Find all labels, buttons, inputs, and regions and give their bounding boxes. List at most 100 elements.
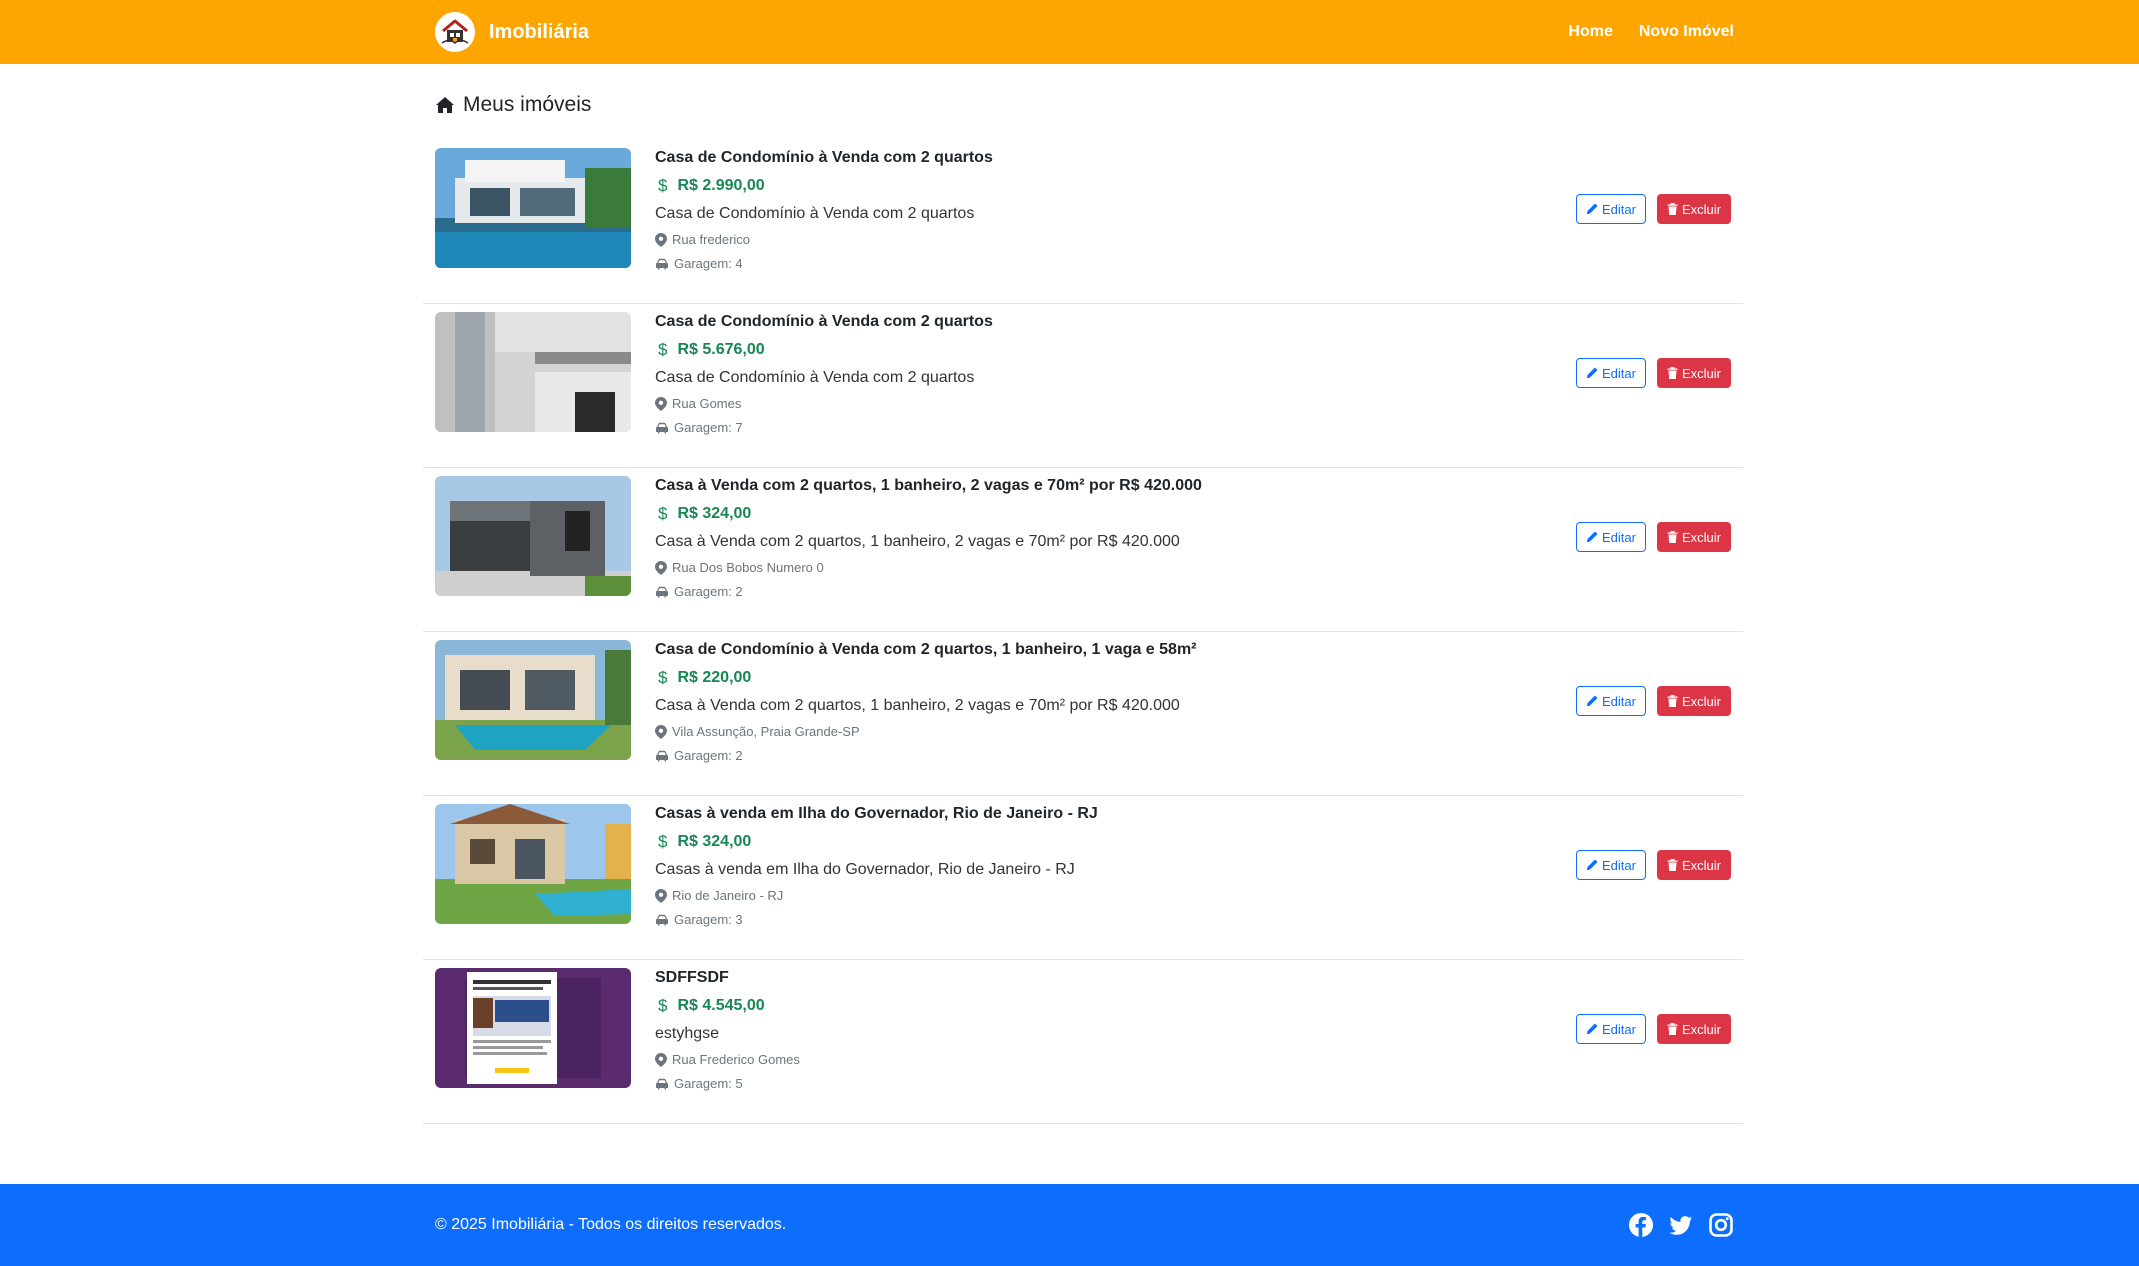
property-garage-text: Garagem: 3 [674, 912, 743, 927]
property-info: Casas à venda em Ilha do Governador, Rio… [655, 800, 1455, 932]
property-actions: Editar Excluir [1576, 1014, 1731, 1044]
property-price-value: R$ 4.545,00 [677, 997, 765, 1014]
property-item: Casa de Condomínio à Venda com 2 quartos… [423, 632, 1743, 796]
property-title: SDFFSDF [655, 969, 729, 986]
property-image [435, 640, 631, 760]
delete-button-label: Excluir [1681, 857, 1721, 873]
delete-button-label: Excluir [1681, 529, 1721, 545]
property-price: $ R$ 5.676,00 [655, 336, 1455, 364]
footer: © 2025 Imobiliária - Todos os direitos r… [0, 1184, 2139, 1266]
edit-button-label: Editar [1602, 857, 1636, 873]
car-icon [656, 914, 668, 926]
property-image [435, 476, 631, 596]
delete-button[interactable]: Excluir [1656, 1014, 1731, 1044]
property-title: Casa à Venda com 2 quartos, 1 banheiro, … [655, 477, 1202, 494]
delete-button[interactable]: Excluir [1656, 358, 1731, 388]
instagram-icon[interactable] [1708, 1212, 1734, 1238]
dollar-icon: $ [658, 668, 668, 687]
property-item: Casa à Venda com 2 quartos, 1 banheiro, … [423, 468, 1743, 632]
dollar-icon: $ [658, 176, 668, 195]
pencil-icon [1586, 367, 1598, 379]
property-price: $ R$ 2.990,00 [655, 172, 1455, 200]
property-garage: Garagem: 4 [655, 252, 1455, 276]
copyright-text: © 2025 Imobiliária - Todos os direitos r… [435, 1216, 787, 1233]
property-actions: Editar Excluir [1576, 358, 1731, 388]
pencil-icon [1586, 1023, 1598, 1035]
property-image [435, 968, 631, 1088]
property-item: Casa de Condomínio à Venda com 2 quartos… [423, 140, 1743, 304]
property-image [435, 804, 631, 924]
house-icon [436, 97, 454, 113]
nav-link-new-property[interactable]: Novo Imóvel [1639, 23, 1734, 41]
trash-icon [1667, 367, 1678, 379]
navbar: Imobiliária Home Novo Imóvel [0, 0, 2139, 64]
property-title: Casa de Condomínio à Venda com 2 quartos… [655, 641, 1197, 658]
edit-button[interactable]: Editar [1576, 358, 1646, 388]
property-garage-text: Garagem: 4 [674, 256, 743, 271]
delete-button-label: Excluir [1681, 201, 1721, 217]
property-description: Casa à Venda com 2 quartos, 1 banheiro, … [655, 533, 1180, 550]
property-garage-text: Garagem: 7 [674, 420, 743, 435]
property-title: Casa de Condomínio à Venda com 2 quartos [655, 149, 993, 166]
trash-icon [1667, 695, 1678, 707]
dollar-icon: $ [658, 996, 668, 1015]
property-address-text: Rua frederico [672, 232, 751, 247]
property-garage: Garagem: 2 [655, 744, 1455, 768]
property-info: Casa de Condomínio à Venda com 2 quartos… [655, 144, 1455, 276]
property-address-text: Rio de Janeiro - RJ [672, 888, 784, 903]
pencil-icon [1586, 531, 1598, 543]
edit-button[interactable]: Editar [1576, 194, 1646, 224]
delete-button[interactable]: Excluir [1656, 850, 1731, 880]
property-price: $ R$ 220,00 [655, 664, 1455, 692]
map-pin-icon [655, 1053, 667, 1067]
edit-button[interactable]: Editar [1576, 686, 1646, 716]
property-description: Casa à Venda com 2 quartos, 1 banheiro, … [655, 697, 1180, 714]
footer-container: © 2025 Imobiliária - Todos os direitos r… [435, 1184, 1734, 1266]
property-actions: Editar Excluir [1576, 522, 1731, 552]
property-description: Casa de Condomínio à Venda com 2 quartos [655, 369, 975, 386]
edit-button-label: Editar [1602, 529, 1636, 545]
edit-button[interactable]: Editar [1576, 522, 1646, 552]
delete-button[interactable]: Excluir [1656, 522, 1731, 552]
property-info: Casa de Condomínio à Venda com 2 quartos… [655, 308, 1455, 440]
property-title: Casas à venda em Ilha do Governador, Rio… [655, 805, 1098, 822]
pencil-icon [1586, 695, 1598, 707]
twitter-icon[interactable] [1668, 1212, 1694, 1238]
property-garage-text: Garagem: 5 [674, 1076, 743, 1091]
property-address: Rio de Janeiro - RJ [655, 884, 1455, 908]
property-price: $ R$ 4.545,00 [655, 992, 1455, 1020]
page-title: Meus imóveis [435, 90, 1743, 120]
map-pin-icon [655, 725, 667, 739]
delete-button[interactable]: Excluir [1656, 686, 1731, 716]
property-title: Casa de Condomínio à Venda com 2 quartos [655, 313, 993, 330]
property-price: $ R$ 324,00 [655, 828, 1455, 856]
property-info: SDFFSDF $ R$ 4.545,00 estyhgse Rua Frede… [655, 964, 1455, 1096]
car-icon [656, 1078, 668, 1090]
property-address-text: Vila Assunção, Praia Grande-SP [672, 724, 860, 739]
property-garage: Garagem: 5 [655, 1072, 1455, 1096]
nav-link-home[interactable]: Home [1568, 23, 1612, 41]
property-garage: Garagem: 2 [655, 580, 1455, 604]
property-description: estyhgse [655, 1025, 720, 1042]
property-address: Vila Assunção, Praia Grande-SP [655, 720, 1455, 744]
property-address: Rua Dos Bobos Numero 0 [655, 556, 1455, 580]
main-content: Meus imóveis Casa de Condomínio à Venda … [423, 64, 1743, 1124]
property-address-text: Rua Gomes [672, 396, 742, 411]
property-price-value: R$ 324,00 [677, 505, 752, 522]
property-price-value: R$ 220,00 [677, 669, 752, 686]
dollar-icon: $ [658, 504, 668, 523]
map-pin-icon [655, 561, 667, 575]
property-item: Casas à venda em Ilha do Governador, Rio… [423, 796, 1743, 960]
facebook-icon[interactable] [1628, 1212, 1654, 1238]
delete-button[interactable]: Excluir [1656, 194, 1731, 224]
edit-button[interactable]: Editar [1576, 1014, 1646, 1044]
property-price-value: R$ 2.990,00 [677, 177, 765, 194]
property-garage-text: Garagem: 2 [674, 584, 743, 599]
trash-icon [1667, 859, 1678, 871]
brand[interactable]: Imobiliária [435, 12, 589, 52]
edit-button[interactable]: Editar [1576, 850, 1646, 880]
edit-button-label: Editar [1602, 201, 1636, 217]
trash-icon [1667, 203, 1678, 215]
dollar-icon: $ [658, 832, 668, 851]
trash-icon [1667, 1023, 1678, 1035]
